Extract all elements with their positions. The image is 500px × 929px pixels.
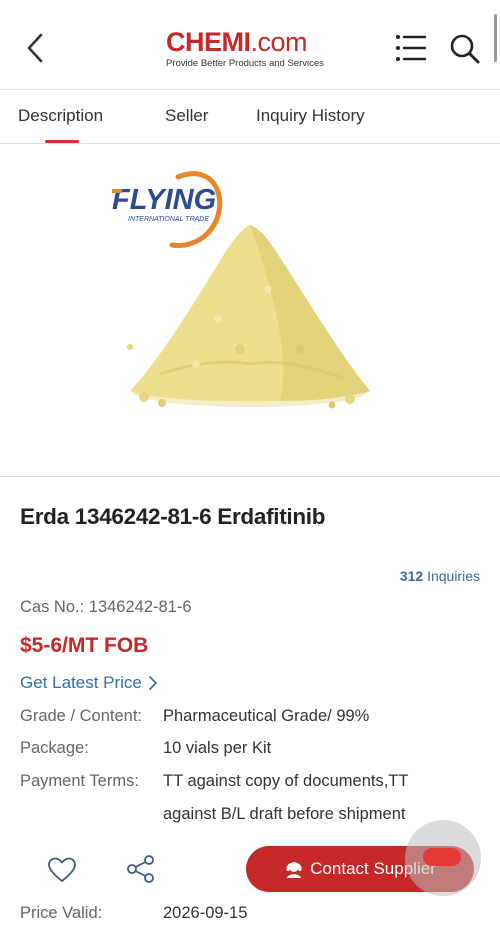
share-icon [127,855,154,883]
package-value: 10 vials per Kit [163,739,272,757]
price-valid-value: 2026-09-15 [163,904,248,922]
scroll-indicator [494,14,497,62]
payment-terms-value-line2: against B/L draft before shipment [163,805,406,823]
active-tab-indicator [45,140,79,143]
brand-logo-subtext: INTERNATIONAL TRADE [128,216,209,223]
payment-terms-value-line1: TT against copy of documents,TT [163,772,409,790]
menu-button[interactable] [394,32,428,64]
product-title: Erda 1346242-81-6 Erdafitinib [20,504,326,529]
inquiries-count[interactable]: 312 Inquiries [400,568,480,584]
package-label: Package: [20,739,89,757]
logo-main-text: CHEMI [166,27,251,57]
price-valid-label: Price Valid: [20,904,103,922]
chat-bubble-icon [423,848,461,866]
get-latest-price-label: Get Latest Price [20,673,142,692]
menu-list-icon [396,35,427,61]
site-logo[interactable]: CHEMI.com Provide Better Products and Se… [166,27,336,71]
logo-tagline: Provide Better Products and Services [166,58,324,69]
back-arrow-icon [27,33,43,63]
tab-inquiry-history[interactable]: Inquiry History [256,106,365,126]
tab-bar: Description Seller Inquiry History [0,90,500,144]
favorite-button[interactable] [47,856,77,884]
logo-dotcom-text: .com [250,27,308,57]
product-image[interactable]: FLYING INTERNATIONAL TRADE [100,159,400,459]
search-icon [450,34,480,64]
search-button[interactable] [448,32,482,66]
tab-seller[interactable]: Seller [165,106,208,126]
inquiries-label: Inquiries [427,568,480,584]
grade-value: Pharmaceutical Grade/ 99% [163,707,370,725]
inquiries-number: 312 [399,568,424,584]
share-button[interactable] [126,854,156,884]
payment-terms-label: Payment Terms: [20,772,139,790]
chevron-right-icon [148,676,157,690]
product-price: $5-6/MT FOB [20,634,149,657]
brand-logo-text: FLYING [112,184,216,216]
product-image-area: FLYING INTERNATIONAL TRADE [0,145,500,477]
support-agent-icon [286,862,302,878]
grade-label: Grade / Content: [20,707,142,725]
top-bar: CHEMI.com Provide Better Products and Se… [0,0,500,90]
heart-icon [48,857,76,882]
get-latest-price-link[interactable]: Get Latest Price [20,673,158,693]
back-button[interactable] [18,28,52,68]
cas-number: Cas No.: 1346242-81-6 [20,598,192,616]
floating-chat-button[interactable] [405,820,481,896]
tab-description[interactable]: Description [18,106,103,126]
